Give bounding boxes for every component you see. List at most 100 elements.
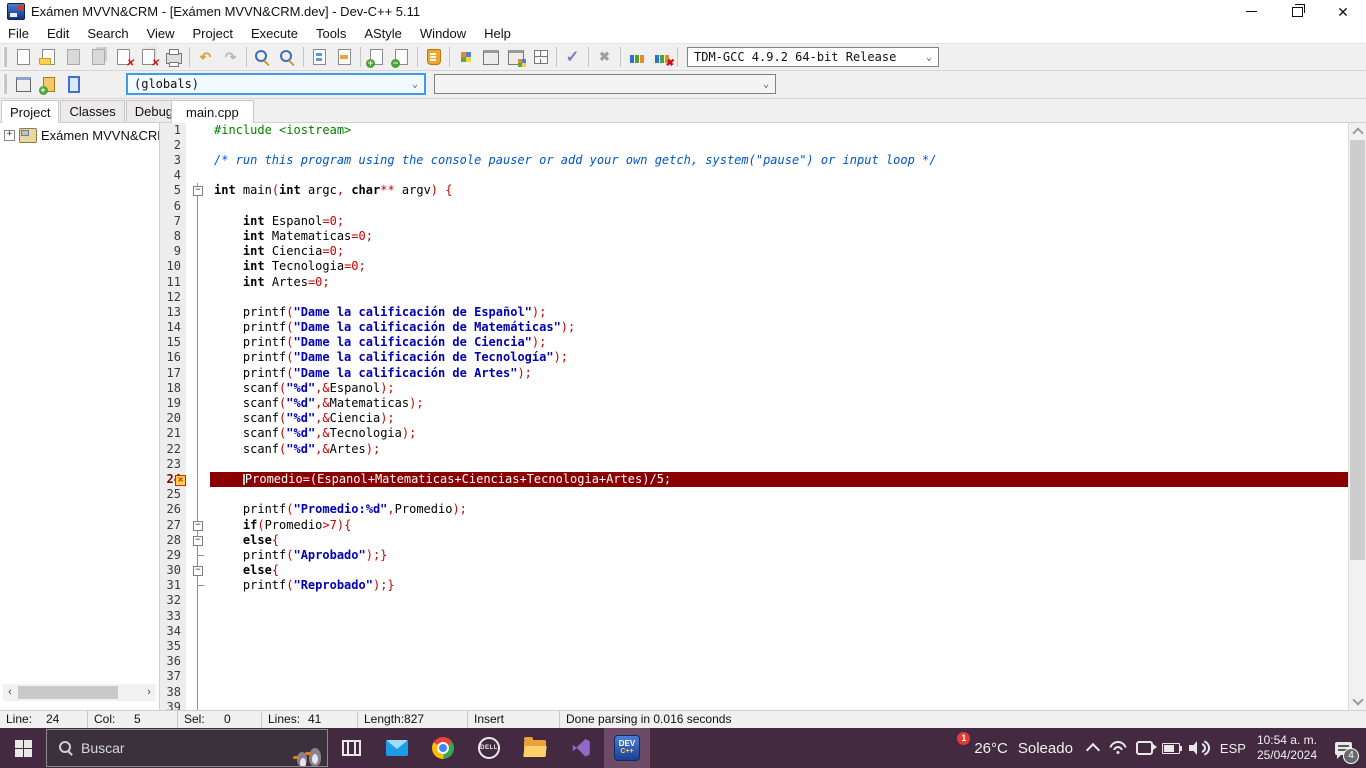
code-line[interactable]: 15 printf("Dame la calificación de Cienc… xyxy=(160,335,1348,350)
gutter-line-number[interactable]: 29 xyxy=(160,548,186,563)
goto-function-button[interactable] xyxy=(332,45,357,69)
goto-bookmark-button[interactable] xyxy=(421,45,446,69)
gutter-line-number[interactable]: 14 xyxy=(160,320,186,335)
run-button[interactable] xyxy=(478,45,503,69)
toolbar-grip[interactable] xyxy=(3,47,7,67)
gutter-line-number[interactable]: 28 xyxy=(160,533,186,548)
gutter-line-number[interactable]: 2 xyxy=(160,138,186,153)
scroll-left-icon[interactable]: ‹ xyxy=(3,684,17,701)
goto-line-button[interactable] xyxy=(307,45,332,69)
code-line[interactable]: 34 xyxy=(160,624,1348,639)
abort-button[interactable]: ✖ xyxy=(592,45,617,69)
gutter-line-number[interactable]: 22 xyxy=(160,442,186,457)
tab-classes[interactable]: Classes xyxy=(60,100,124,122)
gutter-line-number[interactable]: 32 xyxy=(160,593,186,608)
code-lines[interactable]: 1#include <iostream>23/* run this progra… xyxy=(160,123,1348,710)
scroll-down-icon[interactable] xyxy=(1349,693,1366,710)
gutter-line-number[interactable]: 21 xyxy=(160,426,186,441)
gutter-line-number[interactable]: 3 xyxy=(160,153,186,168)
code-line[interactable]: 9 int Ciencia=0; xyxy=(160,244,1348,259)
code-line[interactable]: 2 xyxy=(160,138,1348,153)
save-button[interactable] xyxy=(61,45,86,69)
menu-edit[interactable]: Edit xyxy=(38,23,78,43)
gutter-line-number[interactable]: 33 xyxy=(160,609,186,624)
code-line[interactable]: 27− if(Promedio>7){ xyxy=(160,518,1348,533)
code-line[interactable]: 13 printf("Dame la calificación de Españ… xyxy=(160,305,1348,320)
code-line[interactable]: 10 int Tecnologia=0; xyxy=(160,259,1348,274)
gutter-line-number[interactable]: 5 xyxy=(160,183,186,198)
globals-select[interactable]: (globals)⌄ xyxy=(126,73,426,95)
syntax-check-button[interactable]: ✓ xyxy=(560,45,585,69)
code-line[interactable]: 11 int Artes=0; xyxy=(160,275,1348,290)
compile-run-button[interactable] xyxy=(503,45,528,69)
remove-button[interactable] xyxy=(389,45,414,69)
save-all-button[interactable] xyxy=(86,45,111,69)
undo-button[interactable]: ↶ xyxy=(193,45,218,69)
members-select[interactable]: ⌄ xyxy=(434,74,776,94)
notification-center-button[interactable]: 4 xyxy=(1326,728,1360,768)
gutter-line-number[interactable]: 36 xyxy=(160,654,186,669)
add-to-project-button[interactable] xyxy=(36,72,61,96)
code-line[interactable]: 33 xyxy=(160,609,1348,624)
code-line[interactable]: 31 printf("Reprobado");} xyxy=(160,578,1348,593)
code-line[interactable]: 32 xyxy=(160,593,1348,608)
gutter-line-number[interactable]: 9 xyxy=(160,244,186,259)
code-line[interactable]: 18 scanf("%d",&Espanol); xyxy=(160,381,1348,396)
gutter-line-number[interactable]: 37 xyxy=(160,669,186,684)
menu-view[interactable]: View xyxy=(138,23,184,43)
gutter-line-number[interactable]: 18 xyxy=(160,381,186,396)
minimize-button[interactable] xyxy=(1228,0,1274,23)
menu-project[interactable]: Project xyxy=(184,23,242,43)
code-line[interactable]: 19 scanf("%d",&Matematicas); xyxy=(160,396,1348,411)
gutter-line-number[interactable]: 1 xyxy=(160,123,186,138)
code-line[interactable]: 37 xyxy=(160,669,1348,684)
gutter-line-number[interactable]: 17 xyxy=(160,366,186,381)
code-line[interactable]: 23 xyxy=(160,457,1348,472)
replace-button[interactable] xyxy=(275,45,300,69)
code-line[interactable]: 3/* run this program using the console p… xyxy=(160,153,1348,168)
file-explorer-button[interactable] xyxy=(512,728,558,768)
code-line[interactable]: 12 xyxy=(160,290,1348,305)
project-tree-item[interactable]: + Exámen MVVN&CRM xyxy=(0,123,159,143)
gutter-line-number[interactable]: 12 xyxy=(160,290,186,305)
fold-collapse-icon[interactable]: − xyxy=(193,186,203,196)
fold-collapse-icon[interactable]: − xyxy=(193,521,203,531)
weather-widget[interactable]: 1 xyxy=(941,736,965,760)
new-file-button[interactable] xyxy=(11,45,36,69)
gutter-line-number[interactable]: 30 xyxy=(160,563,186,578)
editor-vscrollbar[interactable] xyxy=(1348,123,1366,710)
remove-from-project-button[interactable] xyxy=(61,72,86,96)
open-button[interactable] xyxy=(36,45,61,69)
scroll-up-icon[interactable] xyxy=(1349,123,1366,140)
code-line[interactable]: 28− else{ xyxy=(160,533,1348,548)
code-line[interactable]: 5−int main(int argc, char** argv) { xyxy=(160,183,1348,198)
gutter-line-number[interactable]: 13 xyxy=(160,305,186,320)
wifi-icon[interactable] xyxy=(1109,741,1127,755)
fold-margin[interactable]: − xyxy=(186,563,210,578)
redo-button[interactable]: ↷ xyxy=(218,45,243,69)
code-line[interactable]: 22 scanf("%d",&Artes); xyxy=(160,442,1348,457)
rebuild-all-button[interactable] xyxy=(528,45,553,69)
code-line[interactable]: 36 xyxy=(160,654,1348,669)
restore-button[interactable] xyxy=(1274,0,1320,23)
code-line[interactable]: 16 printf("Dame la calificación de Tecno… xyxy=(160,350,1348,365)
menu-astyle[interactable]: AStyle xyxy=(355,23,411,43)
menu-window[interactable]: Window xyxy=(411,23,475,43)
code-line[interactable]: 4 xyxy=(160,168,1348,183)
gutter-line-number[interactable]: 16 xyxy=(160,350,186,365)
code-line[interactable]: 35 xyxy=(160,639,1348,654)
hscroll-thumb[interactable] xyxy=(18,686,118,699)
gutter-line-number[interactable]: 23 xyxy=(160,457,186,472)
project-panel-hscrollbar[interactable]: ‹ › xyxy=(3,684,156,701)
clock[interactable]: 10:54 a. m. 25/04/2024 xyxy=(1257,733,1317,763)
weather-text[interactable]: 26°C Soleado xyxy=(974,740,1073,757)
gutter-line-number[interactable]: 27 xyxy=(160,518,186,533)
fold-collapse-icon[interactable]: − xyxy=(193,536,203,546)
gutter-line-number[interactable]: 26 xyxy=(160,502,186,517)
gutter-line-number[interactable]: 38 xyxy=(160,685,186,700)
tab-main-cpp[interactable]: main.cpp xyxy=(171,100,254,123)
code-line[interactable]: 20 scanf("%d",&Ciencia); xyxy=(160,411,1348,426)
code-line[interactable]: 1#include <iostream> xyxy=(160,123,1348,138)
vscroll-thumb[interactable] xyxy=(1350,140,1365,560)
volume-icon[interactable] xyxy=(1189,741,1209,755)
